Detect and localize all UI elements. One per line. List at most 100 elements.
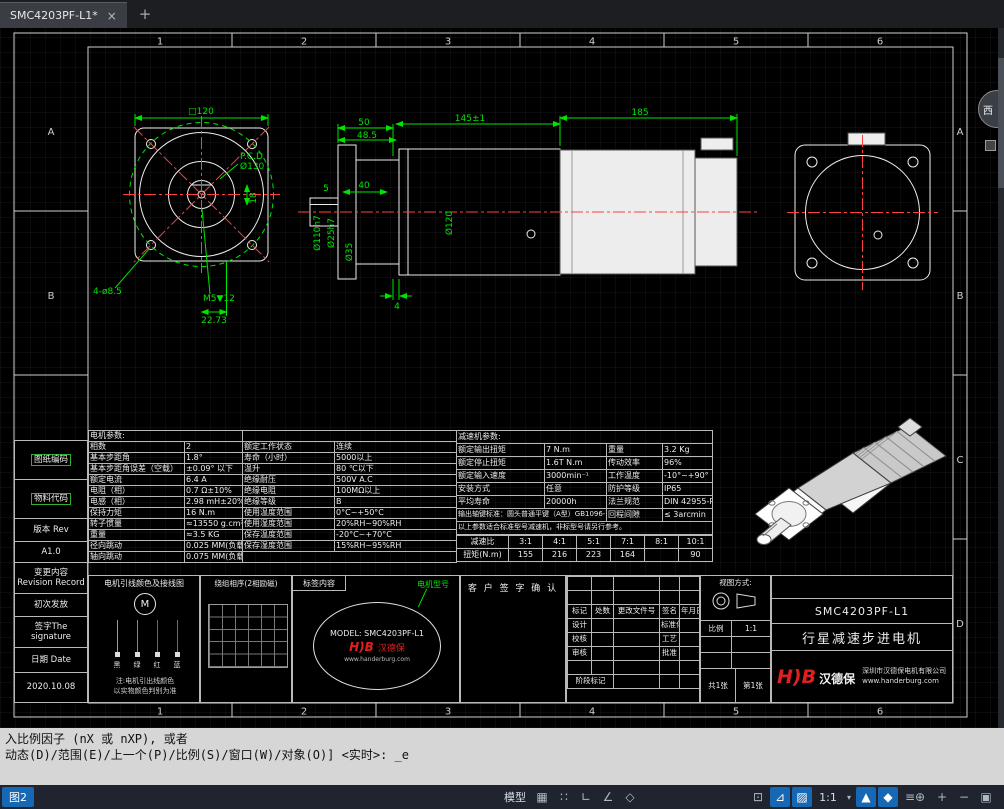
table-cell: B [335, 497, 457, 508]
table-cell: 0.025 MM(负载450g) [185, 541, 243, 552]
table-row: 相数2额定工作状态连续 [89, 442, 457, 453]
drawing-canvas[interactable]: 1 2 3 4 5 6 1 2 3 4 5 6 A B A B C D [0, 28, 1004, 728]
table-cell: 100MΩ以上 [335, 486, 457, 497]
table-cell: 电机参数: [89, 431, 243, 442]
annotation-visibility-icon[interactable]: ▲ [856, 787, 876, 807]
table-cell: 6.4 A [185, 475, 243, 486]
table-cell [680, 577, 701, 591]
annotation-scale-button[interactable]: 1:1 [814, 787, 842, 807]
table-cell: 2 [185, 442, 243, 453]
dim-label: Ø110h7 [312, 215, 323, 251]
entity-snap-icon[interactable]: ⊿ [770, 787, 790, 807]
table-cell: 保存湿度范围 [243, 541, 335, 552]
customer-signature-box: 客 户 签 字 确 认 [460, 575, 566, 703]
view-method-cell: 视图方式: [701, 576, 770, 621]
fullscreen-icon[interactable]: ▣ [976, 787, 996, 807]
sidebar-cell: 图纸编码 [15, 441, 87, 480]
scale-label: 比例 [701, 621, 732, 636]
scrollbar-thumb[interactable] [998, 58, 1004, 188]
isometric-draft-icon[interactable]: ◇ [620, 787, 640, 807]
label-box-title: 标签内容 [293, 576, 346, 591]
reducer-parameters-table: 减速机参数:额定输出扭矩7 N.m重量3.2 Kg额定停止扭矩1.6T N.m传… [456, 430, 712, 571]
model-line: MODEL: SMC4203PF-L1 [330, 629, 424, 638]
table-row: 校核工艺 [568, 633, 701, 647]
grid-col-label: 6 [877, 37, 883, 48]
table-cell: ≈3.5 KG [185, 530, 243, 541]
view-cube[interactable]: 西 [978, 90, 998, 130]
wiring-diagram-box: 电机引线颜色及接线图 M 黑 绿 红 蓝 注:电机引出线颜色 以实物颜色判别为准 [88, 575, 200, 703]
table-cell: 8:1 [645, 536, 679, 549]
grid-row-label: A [48, 127, 55, 138]
customer-signature-title: 客 户 签 字 确 认 [461, 581, 565, 594]
nameplate-logo-row: H)B 汉德保 [349, 640, 405, 654]
table-cell [568, 577, 592, 591]
table-cell: 重量 [607, 444, 663, 457]
grid-row-label: B [48, 291, 55, 302]
side-view [298, 114, 760, 300]
view-cube-corner[interactable] [985, 140, 996, 151]
table-cell [614, 661, 660, 675]
company-name: 深圳市汉德保电机有限公司 [862, 667, 946, 677]
document-tab[interactable]: SMC4203PF-L1* × [0, 2, 127, 28]
table-cell [645, 549, 679, 562]
isometric-view [755, 418, 946, 545]
dim-label: M5▼12 [203, 294, 235, 304]
dim-label: 5 [323, 184, 329, 194]
zoom-out-icon[interactable]: − [954, 787, 974, 807]
view-cube-west-face[interactable]: 西 [978, 90, 998, 128]
part-name: 行星减速步进电机 [772, 624, 952, 651]
table-cell: ±0.09° 以下 [185, 464, 243, 475]
table-cell: 设计 [568, 619, 592, 633]
new-tab-button[interactable]: + [127, 5, 164, 23]
chevron-down-icon[interactable]: ▾ [844, 787, 854, 807]
table-cell: 使用湿度范围 [243, 519, 335, 530]
annotation-autoscale-icon[interactable]: ◆ [878, 787, 898, 807]
table-cell: 审核 [568, 647, 592, 661]
status-badge[interactable]: 图2 [2, 787, 34, 807]
table-cell [680, 661, 701, 675]
tab-close-icon[interactable]: × [107, 9, 117, 23]
selection-cycling-icon[interactable]: ▨ [792, 787, 812, 807]
vertical-scrollbar[interactable] [998, 28, 1004, 728]
table-cell: ≈13550 g.cm² [185, 519, 243, 530]
object-snap-icon[interactable]: ⊡ [748, 787, 768, 807]
table-row: 安装方式任意防护等级IP65 [457, 483, 713, 496]
table-cell: 标记 [568, 605, 592, 619]
table-cell: 216 [543, 549, 577, 562]
dim-label: 22.73 [201, 316, 227, 326]
first-release-label: 初次发放 [15, 594, 87, 617]
grid-col-label: 2 [301, 707, 307, 718]
table-row [568, 591, 701, 605]
grid-icon[interactable]: ▦ [532, 787, 552, 807]
ortho-icon[interactable]: ∟ [576, 787, 596, 807]
polar-tracking-icon[interactable]: ∠ [598, 787, 618, 807]
table-cell: 减速比 [457, 536, 509, 549]
command-history-line: 入比例因子 (nX 或 nXP), 或者 [5, 731, 999, 747]
table-cell: 7:1 [611, 536, 645, 549]
table-cell: 1.6T N.m [545, 457, 607, 470]
company-website: www.handerburg.com [862, 677, 946, 687]
table-cell: 80 ℃以下 [335, 464, 457, 475]
table-cell: 7 N.m [545, 444, 607, 457]
table-cell: 基本步距角误差（空载） [89, 464, 185, 475]
zoom-icon[interactable]: ⊕ [910, 787, 930, 807]
snap-icon[interactable]: ∷ [554, 787, 574, 807]
table-cell: 16 N.m [185, 508, 243, 519]
model-space-button[interactable]: 模型 [500, 787, 530, 807]
dim-label: Ø35 [344, 243, 355, 262]
command-line-panel[interactable]: 入比例因子 (nX 或 nXP), 或者 动态(D)/范围(E)/上一个(P)/… [0, 728, 1004, 785]
table-cell: 额定电流 [89, 475, 185, 486]
table-cell: 15%RH~95%RH [335, 541, 457, 552]
command-prompt-line[interactable]: 动态(D)/范围(E)/上一个(P)/比例(S)/窗口(W)/对象(O)] <实… [5, 747, 999, 763]
grid-col-label: 5 [733, 37, 739, 48]
wire-blue [177, 620, 178, 652]
wire-label: 红 [151, 660, 163, 670]
company-info: 深圳市汉德保电机有限公司 www.handerburg.com [862, 667, 946, 687]
table-cell: 基本步距角 [89, 453, 185, 464]
brand-name: 汉德保 [378, 641, 405, 654]
company-logo-icon: H)B [777, 666, 816, 688]
table-cell: 额定输入速度 [457, 470, 545, 483]
nameplate-label: MODEL: SMC4203PF-L1 H)B 汉德保 www.handerbu… [313, 602, 441, 690]
phase-sequence-box: 绕组相序(2相励磁) [200, 575, 292, 703]
zoom-in-icon[interactable]: + [932, 787, 952, 807]
